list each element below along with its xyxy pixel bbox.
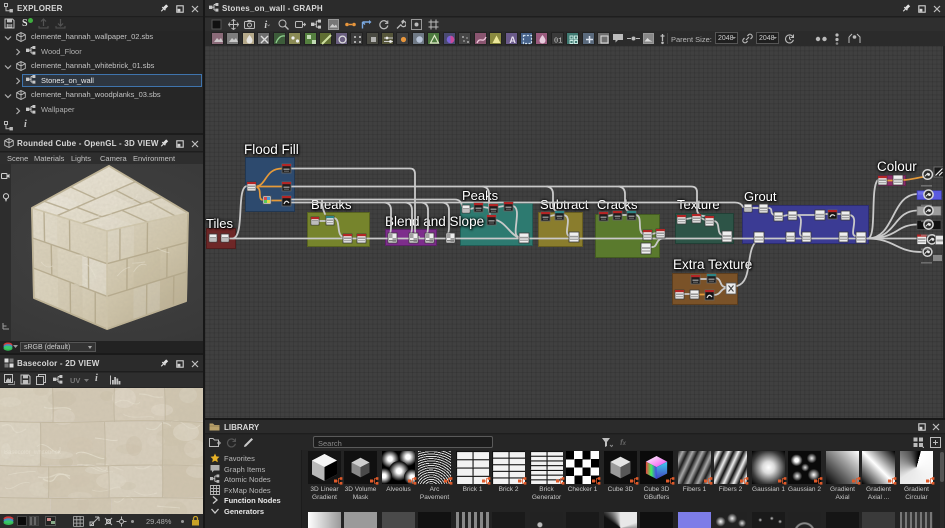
svg-text:i: i	[264, 20, 267, 30]
svg-text:Basecolor_whitebrick: Basecolor_whitebrick	[4, 450, 62, 456]
svg-text:01: 01	[554, 38, 562, 46]
svg-text:A: A	[509, 35, 516, 45]
